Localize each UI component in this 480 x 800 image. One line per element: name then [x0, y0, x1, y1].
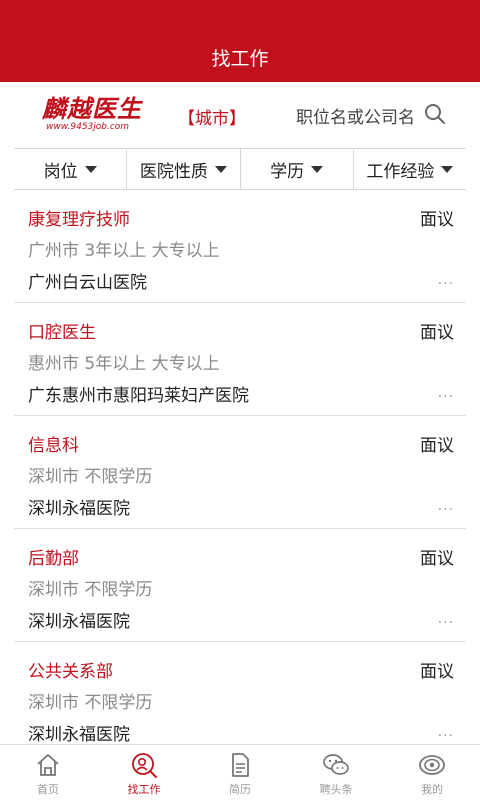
- filter-label: 医院性质: [139, 161, 208, 182]
- job-title: 公共关系部: [28, 662, 113, 682]
- filter-label: 学历: [270, 161, 305, 182]
- logo: 麟越医生 www.9453job.com: [42, 96, 152, 136]
- job-salary: 面议: [420, 436, 454, 456]
- caret-down-icon: [214, 165, 227, 173]
- filter-hospital-type[interactable]: 医院性质: [127, 149, 241, 189]
- filter-education[interactable]: 学历: [241, 149, 354, 189]
- tab-label: 聘头条: [319, 783, 353, 796]
- more-icon[interactable]: ...: [438, 611, 454, 627]
- job-company: 深圳永福医院: [28, 612, 130, 632]
- job-meta: 深圳市 不限学历: [28, 693, 153, 713]
- job-meta: 广州市 3年以上 大专以上: [28, 241, 220, 261]
- filter-bar: 岗位 医院性质 学历 工作经验: [14, 148, 466, 190]
- page-title: 找工作: [211, 48, 269, 70]
- filter-position[interactable]: 岗位: [14, 149, 128, 189]
- resume-icon: [232, 753, 249, 777]
- search-icon[interactable]: [424, 103, 446, 125]
- job-salary: 面议: [420, 323, 454, 343]
- caret-down-icon: [84, 165, 97, 173]
- more-icon[interactable]: ...: [438, 498, 454, 514]
- job-list-item[interactable]: 康复理疗技师 面议 广州市 3年以上 大专以上 广州白云山医院 ...: [14, 190, 466, 303]
- chat-icon: [323, 754, 349, 775]
- more-icon[interactable]: ...: [438, 724, 454, 740]
- logo-url: www.9453job.com: [46, 122, 130, 132]
- job-company: 深圳永福医院: [28, 499, 130, 519]
- job-salary: 面议: [420, 549, 454, 569]
- search-input[interactable]: 职位名或公司名: [296, 103, 415, 128]
- job-list-item[interactable]: 信息科 面议 深圳市 不限学历 深圳永福医院 ...: [14, 416, 466, 529]
- search-bar: 麟越医生 www.9453job.com 【城市】 职位名或公司名: [0, 82, 480, 148]
- more-icon[interactable]: ...: [438, 272, 454, 288]
- more-icon[interactable]: ...: [438, 385, 454, 401]
- tab-label: 首页: [37, 783, 59, 796]
- filter-experience[interactable]: 工作经验: [354, 149, 466, 189]
- caret-down-icon: [311, 165, 324, 173]
- job-meta: 深圳市 不限学历: [28, 467, 153, 487]
- tab-resume[interactable]: 简历: [192, 745, 288, 800]
- tab-label: 找工作: [127, 783, 161, 796]
- caret-down-icon: [441, 165, 454, 173]
- tab-headlines[interactable]: 聘头条: [288, 745, 384, 800]
- bottom-tab-bar: 首页 找工作 简历 聘头条 我的: [0, 744, 480, 800]
- job-meta: 深圳市 不限学历: [28, 580, 153, 600]
- job-meta: 惠州市 5年以上 大专以上: [28, 354, 220, 374]
- tab-label: 简历: [229, 783, 251, 796]
- job-title: 康复理疗技师: [28, 210, 130, 230]
- filter-label: 岗位: [43, 161, 78, 182]
- eye-icon: [419, 755, 445, 775]
- tab-mine[interactable]: 我的: [384, 745, 480, 800]
- job-salary: 面议: [420, 210, 454, 230]
- job-company: 深圳永福医院: [28, 725, 130, 744]
- job-list-item[interactable]: 公共关系部 面议 深圳市 不限学历 深圳永福医院 ...: [14, 642, 466, 744]
- job-title: 口腔医生: [28, 323, 96, 343]
- city-selector[interactable]: 【城市】: [178, 104, 246, 129]
- app-header: 找工作: [0, 0, 480, 82]
- job-salary: 面议: [420, 662, 454, 682]
- filter-label: 工作经验: [366, 161, 435, 182]
- tab-home[interactable]: 首页: [0, 745, 96, 800]
- home-icon: [37, 754, 59, 776]
- job-title: 后勤部: [28, 549, 79, 569]
- logo-text: 麟越医生: [42, 94, 142, 123]
- job-title: 信息科: [28, 436, 79, 456]
- tab-label: 我的: [421, 783, 443, 796]
- tab-find-job[interactable]: 找工作: [96, 745, 192, 800]
- job-list-item[interactable]: 后勤部 面议 深圳市 不限学历 深圳永福医院 ...: [14, 529, 466, 642]
- job-list-item[interactable]: 口腔医生 面议 惠州市 5年以上 大专以上 广东惠州市惠阳玛莱妇产医院 ...: [14, 303, 466, 416]
- search-job-icon: [132, 753, 157, 778]
- job-list: 康复理疗技师 面议 广州市 3年以上 大专以上 广州白云山医院 ... 口腔医生…: [14, 190, 466, 744]
- job-company: 广州白云山医院: [28, 273, 147, 293]
- job-company: 广东惠州市惠阳玛莱妇产医院: [28, 386, 249, 406]
